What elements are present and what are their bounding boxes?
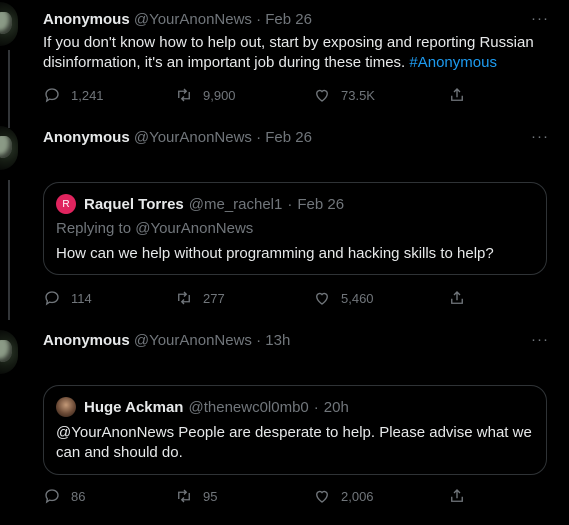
reply-icon [45,489,59,504]
quoted-timestamp: Feb 26 [297,195,345,213]
action-bar: 114 277 5,460 [43,289,473,309]
author-handle[interactable]: @YourAnonNews [134,129,252,146]
share-icon [451,88,463,101]
reply-icon [45,291,59,306]
avatar[interactable] [0,330,18,374]
author-name[interactable]: Anonymous [43,332,130,349]
separator: · [256,332,262,349]
timestamp[interactable]: Feb 26 [265,129,312,146]
author-name[interactable]: Anonymous [43,11,130,28]
thread-line [8,180,10,320]
quoted-tweet[interactable]: R Raquel Torres @me_rachel1 · Feb 26 Rep… [43,182,547,275]
retweet-icon [178,88,190,102]
separator: · [313,398,319,416]
author-name[interactable]: Anonymous [43,129,130,146]
share-icon [451,291,463,304]
quoted-author-name: Huge Ackman [84,398,184,416]
hashtag-link[interactable]: #Anonymous [409,54,497,71]
like-button[interactable]: 73.5K [313,86,375,104]
more-options-button[interactable]: ··· [531,10,549,27]
reply-icon [45,88,59,103]
quoted-tweet-text: How can we help without programming and … [56,245,494,262]
tweet-text: If you don't know how to help out, start… [43,33,543,73]
retweet-count: 95 [203,488,218,504]
reply-button[interactable]: 114 [43,289,92,307]
retweet-count: 9,900 [203,87,236,103]
reply-count: 86 [71,488,86,504]
like-count: 5,460 [341,290,374,306]
quoted-tweet-text: @YourAnonNews People are desperate to he… [56,424,532,461]
replying-to-label: Replying to [56,220,132,237]
tweet-header: Anonymous @YourAnonNews · 13h [43,331,290,351]
quoted-timestamp: 20h [323,398,349,416]
quoted-author-name: Raquel Torres [84,195,184,213]
like-count: 73.5K [341,87,375,103]
retweet-button[interactable]: 277 [175,289,225,307]
retweet-button[interactable]: 95 [175,487,217,505]
quoted-tweet-header: Huge Ackman @thenewc0l0mb0 · 20h [56,397,349,417]
tweet-header: Anonymous @YourAnonNews · Feb 26 [43,128,312,148]
like-count: 2,006 [341,488,374,504]
reply-button[interactable]: 1,241 [43,86,104,104]
retweet-button[interactable]: 9,900 [175,86,236,104]
timestamp[interactable]: 13h [265,332,290,349]
reply-count: 114 [71,290,92,306]
separator: · [256,11,262,28]
quoted-author-handle: @thenewc0l0mb0 [188,398,309,416]
quoted-author-handle: @me_rachel1 [188,195,283,213]
author-handle[interactable]: @YourAnonNews [134,11,252,28]
heart-icon [316,490,328,503]
timestamp[interactable]: Feb 26 [265,11,312,28]
avatar[interactable] [0,126,18,170]
thread-line [8,50,10,128]
replying-to: Replying to @YourAnonNews [56,220,253,237]
like-button[interactable]: 5,460 [313,289,374,307]
action-bar: 86 95 2,006 [43,487,473,507]
reply-count: 1,241 [71,87,104,103]
retweet-count: 277 [203,290,225,306]
heart-icon [316,292,328,305]
share-button[interactable] [448,487,466,505]
retweet-icon [178,291,190,305]
share-icon [451,489,463,502]
more-options-button[interactable]: ··· [531,128,549,145]
avatar[interactable] [56,397,76,417]
avatar[interactable]: R [56,194,76,214]
separator: · [256,129,262,146]
replying-to-mention: @YourAnonNews [135,220,254,237]
more-options-button[interactable]: ··· [531,331,549,348]
share-button[interactable] [448,86,466,104]
action-bar: 1,241 9,900 73.5K [43,86,473,106]
quoted-tweet-header: R Raquel Torres @me_rachel1 · Feb 26 [56,194,344,214]
reply-button[interactable]: 86 [43,487,85,505]
heart-icon [316,89,328,102]
avatar[interactable] [0,2,18,46]
tweet-header: Anonymous @YourAnonNews · Feb 26 [43,10,312,30]
share-button[interactable] [448,289,466,307]
like-button[interactable]: 2,006 [313,487,374,505]
author-handle[interactable]: @YourAnonNews [134,332,252,349]
separator: · [287,195,293,213]
quoted-tweet[interactable]: Huge Ackman @thenewc0l0mb0 · 20h @YourAn… [43,385,547,475]
retweet-icon [178,489,190,503]
